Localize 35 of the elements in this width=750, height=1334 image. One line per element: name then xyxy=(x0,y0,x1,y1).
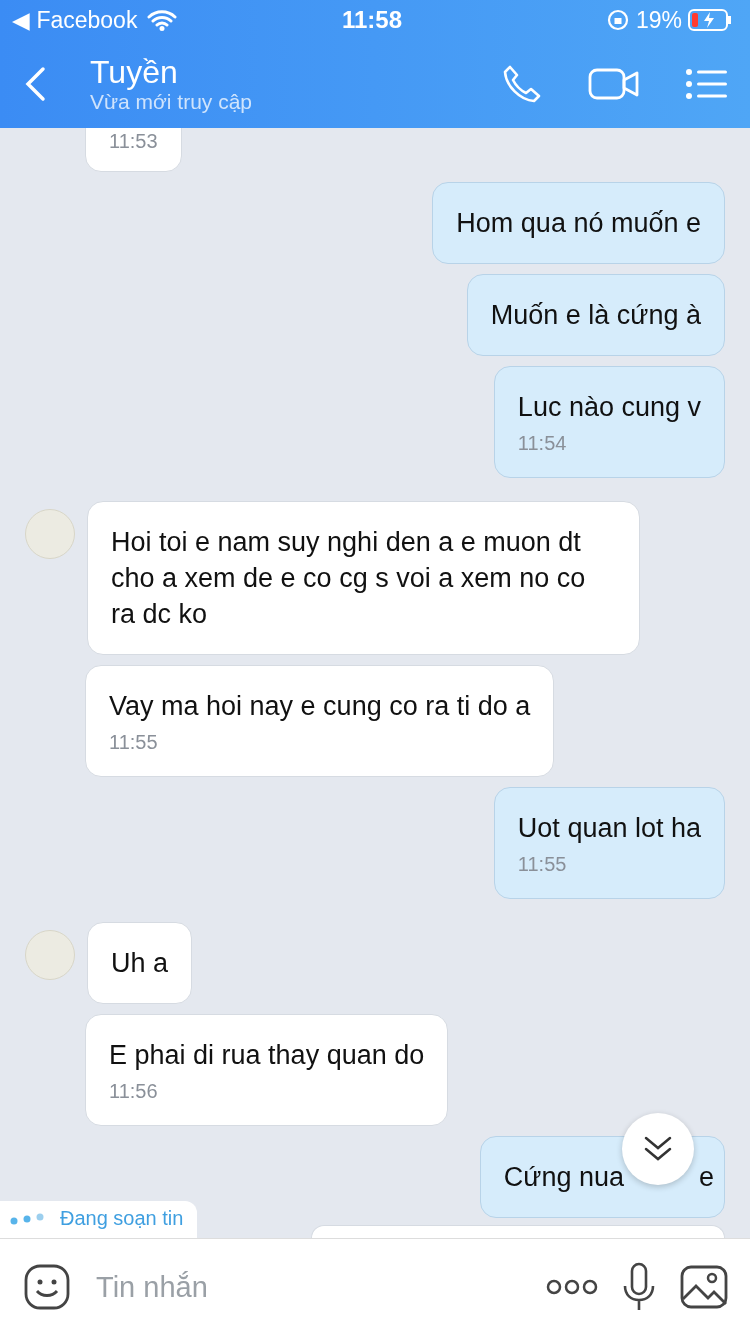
more-icon[interactable] xyxy=(546,1279,598,1295)
battery-percent: 19% xyxy=(635,6,682,34)
scroll-down-button[interactable] xyxy=(622,1113,694,1185)
message-text: Vay ma hoi nay e cung co ra ti do a xyxy=(109,690,531,723)
menu-icon[interactable] xyxy=(686,68,728,100)
phone-icon[interactable] xyxy=(502,64,542,104)
message-time: 11:53 xyxy=(109,129,158,153)
clock-time: 11:58 xyxy=(340,6,404,34)
message-text: Uot quan lot ha xyxy=(517,812,701,845)
image-icon[interactable] xyxy=(680,1265,728,1309)
message-text: Hom qua nó muốn e xyxy=(456,207,701,240)
message-time: 11:54 xyxy=(517,431,568,455)
double-chevron-down-icon xyxy=(643,1135,673,1163)
back-icon[interactable] xyxy=(24,66,46,102)
message-text: Uh a xyxy=(111,947,169,980)
video-call-icon[interactable] xyxy=(588,67,640,101)
contact-name: Tuyền xyxy=(90,54,179,90)
rotation-lock-icon xyxy=(605,8,630,32)
sticker-icon[interactable] xyxy=(24,1264,70,1310)
last-seen-status: Vừa mới truy cập xyxy=(90,90,254,114)
wifi-icon xyxy=(147,9,178,31)
message-time: 11:55 xyxy=(517,852,568,876)
back-to-app-link[interactable]: ◀ Facebook xyxy=(12,6,138,34)
message-text: Hoi toi e nam suy nghi den a e muon dt cho a xem de e co cg s voi a xem no co ra dc ko xyxy=(111,526,587,631)
message-text: Muốn e là cứng à xyxy=(490,299,701,332)
battery-icon xyxy=(688,9,732,31)
message-text: E phai di rua thay quan do xyxy=(109,1039,425,1072)
message-text: e xyxy=(697,1161,714,1194)
message-time: 11:55 xyxy=(109,730,159,754)
typing-dots-icon xyxy=(10,1212,46,1225)
message-time: 11:56 xyxy=(109,1079,159,1103)
message-text: Cứng nua xyxy=(503,1161,624,1194)
message-text: Luc nào cung v xyxy=(517,391,701,424)
microphone-icon[interactable] xyxy=(622,1262,656,1312)
typing-indicator: Đang soạn tin xyxy=(60,1207,184,1230)
